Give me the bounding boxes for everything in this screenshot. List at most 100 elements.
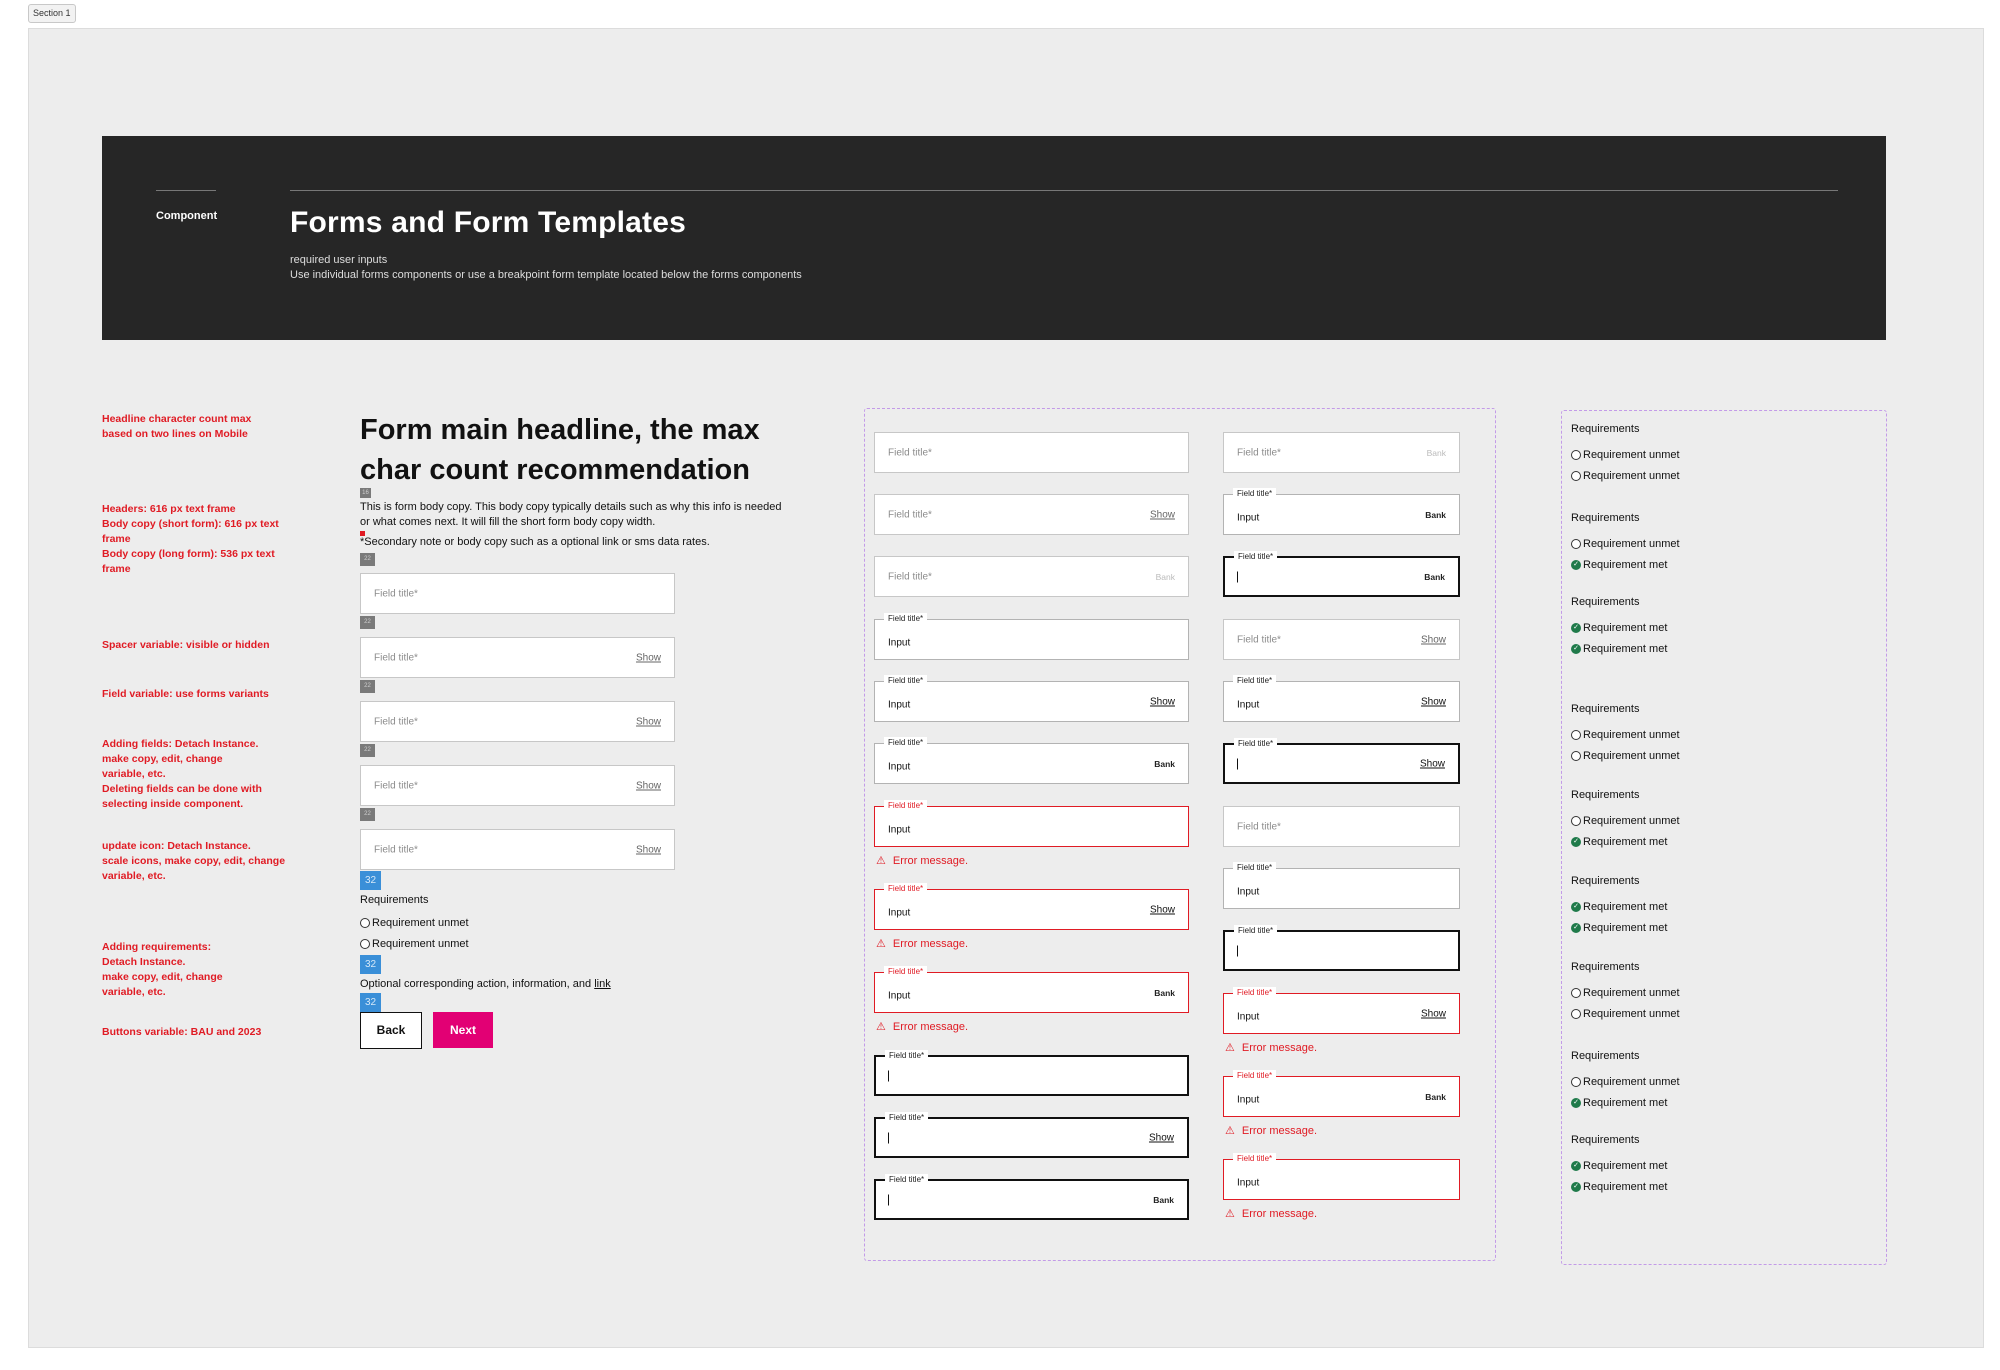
header-rule-left — [156, 190, 216, 191]
show-link[interactable]: Show — [636, 652, 661, 663]
show-link[interactable]: Show — [636, 844, 661, 855]
variant-field-focused-bank[interactable]: Field title* Bank — [1223, 551, 1460, 597]
check-circle-icon: ✓ — [1571, 623, 1581, 633]
radio-empty-icon — [1571, 471, 1581, 481]
variant-field-filled-bank[interactable]: Field title* Input Bank — [874, 737, 1189, 784]
error-message: ⚠ Error message. — [1225, 1042, 1318, 1054]
text-caret — [888, 1070, 889, 1081]
requirement-item: ✓ Requirement met — [1571, 559, 1667, 571]
variant-field-empty-bank[interactable]: Field title* Bank — [1223, 432, 1460, 473]
radio-empty-icon — [1571, 539, 1581, 549]
requirement-item: Requirement unmet — [1571, 449, 1680, 461]
requirement-item: ✓ Requirement met — [1571, 1097, 1667, 1109]
radio-empty-icon — [360, 918, 370, 928]
requirements-title: Requirements — [1571, 789, 1640, 801]
note-adding-fields: Adding fields: Detach Instance. make cop… — [102, 738, 262, 810]
optional-link[interactable]: link — [594, 978, 611, 990]
requirement-item: Requirement unmet — [1571, 1008, 1680, 1020]
variant-field-error-bank[interactable]: Field title* Input Bank — [874, 966, 1189, 1013]
show-link[interactable]: Show — [1420, 758, 1445, 769]
show-link[interactable]: Show — [1150, 904, 1175, 915]
show-link[interactable]: Show — [1421, 1008, 1446, 1019]
variant-field-focused-bank[interactable]: Field title* Bank — [874, 1174, 1189, 1220]
next-button[interactable]: Next — [433, 1012, 493, 1048]
variant-field-empty-show[interactable]: Field title* Show — [874, 494, 1189, 535]
text-caret — [1237, 571, 1238, 582]
header-rule-right — [290, 190, 1838, 191]
bank-label: Bank — [1154, 758, 1175, 769]
show-link[interactable]: Show — [1149, 1132, 1174, 1143]
spacer-indicator: 22 — [360, 680, 375, 693]
form-body-copy: This is form body copy. This body copy t… — [360, 501, 782, 528]
show-link[interactable]: Show — [1421, 696, 1446, 707]
variant-field-empty[interactable]: Field title* — [1223, 806, 1460, 847]
requirements-title: Requirements — [1571, 1134, 1640, 1146]
spacer-indicator: 22 — [360, 616, 375, 629]
variant-field-filled[interactable]: Field title* Input — [874, 613, 1189, 660]
check-circle-icon: ✓ — [1571, 1161, 1581, 1171]
radio-empty-icon — [1571, 816, 1581, 826]
bank-label: Bank — [1425, 1091, 1446, 1102]
variant-field-error[interactable]: Field title* Input — [874, 800, 1189, 847]
text-caret — [1237, 945, 1238, 956]
section-label[interactable]: Section 1 — [28, 4, 76, 23]
variant-field-filled-bank[interactable]: Field title* Input Bank — [1223, 488, 1460, 535]
requirement-item: ✓ Requirement met — [1571, 1181, 1667, 1193]
note-adding-requirements: Adding requirements: Detach Instance. ma… — [102, 941, 223, 998]
variant-field-empty[interactable]: Field title* — [874, 432, 1189, 473]
error-message: ⚠ Error message. — [1225, 1208, 1318, 1220]
requirement-item: ✓ Requirement met — [1571, 1160, 1667, 1172]
form-field-password[interactable]: Field title* Show — [360, 701, 675, 742]
text-caret — [888, 1132, 889, 1143]
requirements-title: Requirements — [1571, 512, 1640, 524]
check-circle-icon: ✓ — [1571, 1182, 1581, 1192]
variant-field-error-bank[interactable]: Field title* Input Bank — [1223, 1070, 1460, 1117]
requirement-item: Requirement unmet — [1571, 987, 1680, 999]
requirements-title: Requirements — [1571, 596, 1640, 608]
error-message: ⚠ Error message. — [876, 938, 969, 950]
optional-action-text: Optional corresponding action, informati… — [360, 978, 611, 990]
show-link[interactable]: Show — [1150, 696, 1175, 707]
requirements-title: Requirements — [1571, 423, 1640, 435]
requirements-title: Requirements — [1571, 961, 1640, 973]
variant-field-empty-show[interactable]: Field title* Show — [1223, 619, 1460, 660]
spacer-indicator-blue: 32 — [360, 871, 381, 890]
requirements-title: Requirements — [360, 894, 429, 906]
requirement-item: Requirement unmet — [1571, 729, 1680, 741]
radio-empty-icon — [1571, 1077, 1581, 1087]
warning-icon: ⚠ — [1225, 1125, 1235, 1137]
spacer-indicator: 16 — [360, 488, 371, 498]
show-link[interactable]: Show — [636, 716, 661, 727]
bank-label: Bank — [1153, 1194, 1174, 1205]
error-message: ⚠ Error message. — [876, 855, 969, 867]
variant-field-error[interactable]: Field title* Input — [1223, 1153, 1460, 1200]
form-field-password[interactable]: Field title* Show — [360, 765, 675, 806]
spacer-indicator: 22 — [360, 553, 375, 566]
variant-field-filled-show[interactable]: Field title* Input Show — [874, 675, 1189, 722]
variant-field-empty-bank[interactable]: Field title* Bank — [874, 556, 1189, 597]
variant-field-focused[interactable]: Field title* — [874, 1050, 1189, 1096]
form-field[interactable]: Field title* — [360, 573, 675, 614]
spacer-indicator-blue: 32 — [360, 955, 381, 974]
text-caret — [1237, 758, 1238, 769]
radio-empty-icon — [1571, 1009, 1581, 1019]
requirement-item: ✓ Requirement met — [1571, 836, 1667, 848]
form-field-password[interactable]: Field title* Show — [360, 637, 675, 678]
spacer-indicator-blue: 32 — [360, 993, 381, 1012]
show-link[interactable]: Show — [1421, 634, 1446, 645]
variant-field-filled[interactable]: Field title* Input — [1223, 862, 1460, 909]
variant-field-error-show[interactable]: Field title* Input Show — [874, 883, 1189, 930]
show-link[interactable]: Show — [1150, 509, 1175, 520]
bank-label: Bank — [1154, 987, 1175, 998]
warning-icon: ⚠ — [876, 938, 886, 950]
variant-field-focused[interactable]: Field title* — [1223, 925, 1460, 971]
radio-empty-icon — [1571, 751, 1581, 761]
spacer-indicator: 22 — [360, 744, 375, 757]
back-button[interactable]: Back — [360, 1012, 422, 1049]
variant-field-filled-show[interactable]: Field title* Input Show — [1223, 675, 1460, 722]
show-link[interactable]: Show — [636, 780, 661, 791]
variant-field-error-show[interactable]: Field title* Input Show — [1223, 987, 1460, 1034]
variant-field-focused-show[interactable]: Field title* Show — [1223, 738, 1460, 784]
variant-field-focused-show[interactable]: Field title* Show — [874, 1112, 1189, 1158]
form-field-password[interactable]: Field title* Show — [360, 829, 675, 870]
